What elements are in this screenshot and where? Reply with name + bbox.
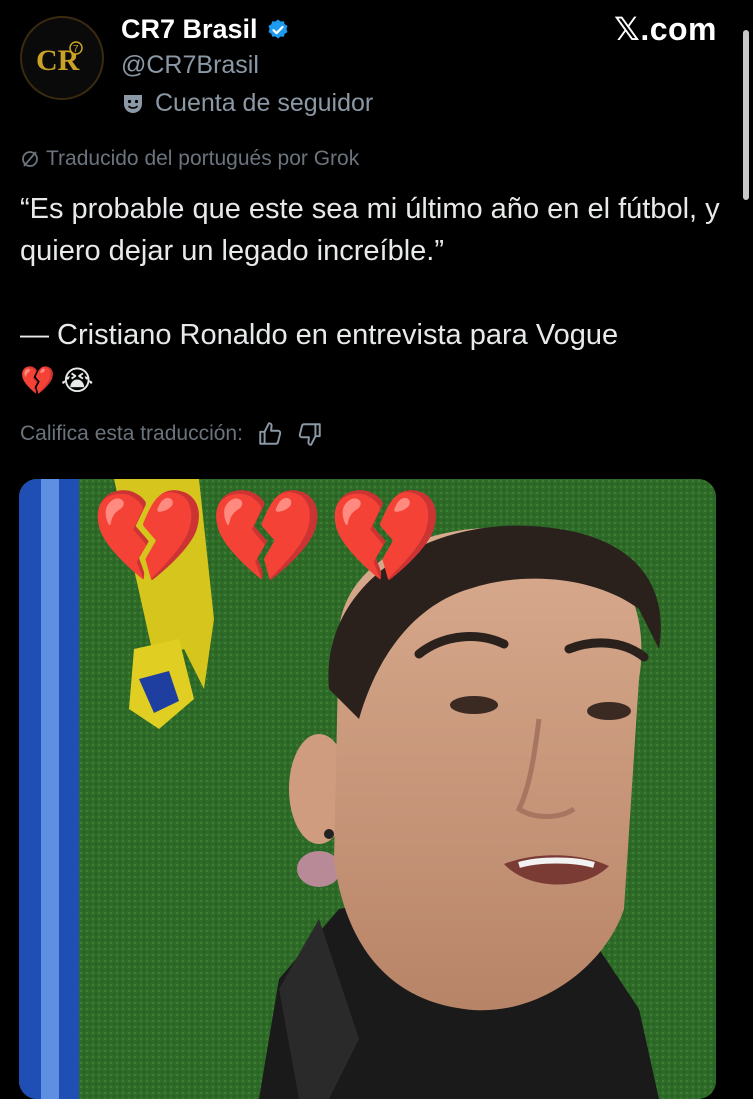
- broken-hearts-overlay: 💔 💔 💔: [91, 491, 443, 583]
- theater-mask-icon: [124, 94, 142, 113]
- tweet-emojis: 💔 😭: [20, 364, 94, 397]
- blue-post-highlight: [41, 479, 59, 1099]
- tweet-media-video[interactable]: 💔 💔 💔: [19, 479, 716, 1099]
- author-handle[interactable]: @CR7Brasil: [121, 51, 259, 80]
- broken-heart-emoji: 💔: [20, 365, 55, 396]
- crying-face-emoji: 😭: [60, 365, 94, 396]
- broken-heart-emoji: 💔: [328, 486, 443, 588]
- broken-heart-emoji: 💔: [209, 486, 325, 588]
- earring: [324, 829, 334, 839]
- profile-avatar[interactable]: CR 7: [20, 16, 104, 100]
- translation-label: Traducido del portugués por Grok: [46, 147, 360, 170]
- translation-notice: Traducido del portugués por Grok: [20, 147, 359, 171]
- svg-text:7: 7: [73, 44, 79, 55]
- verified-badge-icon: [268, 19, 288, 38]
- account-type-label: Cuenta de seguidor: [155, 89, 374, 117]
- broken-heart-emoji: 💔: [91, 486, 206, 588]
- display-name[interactable]: CR7 Brasil: [121, 14, 258, 45]
- thumbs-up-icon[interactable]: [257, 421, 283, 447]
- grok-icon: [22, 151, 38, 167]
- account-type-row: Cuenta de seguidor: [121, 89, 373, 118]
- rate-translation-row: Califica esta traducción:: [20, 421, 323, 447]
- site-watermark: 𝕏.com: [614, 11, 717, 47]
- left-eye: [450, 696, 498, 714]
- right-eye: [587, 702, 631, 720]
- tweet-text: “Es probable que este sea mi último año …: [20, 193, 720, 351]
- thumbs-down-icon[interactable]: [297, 421, 323, 447]
- author-row[interactable]: CR7 Brasil: [121, 14, 290, 45]
- rate-translation-label: Califica esta traducción:: [20, 422, 243, 445]
- cr7-logo-icon: CR 7: [36, 41, 83, 77]
- scrollbar[interactable]: [743, 30, 749, 200]
